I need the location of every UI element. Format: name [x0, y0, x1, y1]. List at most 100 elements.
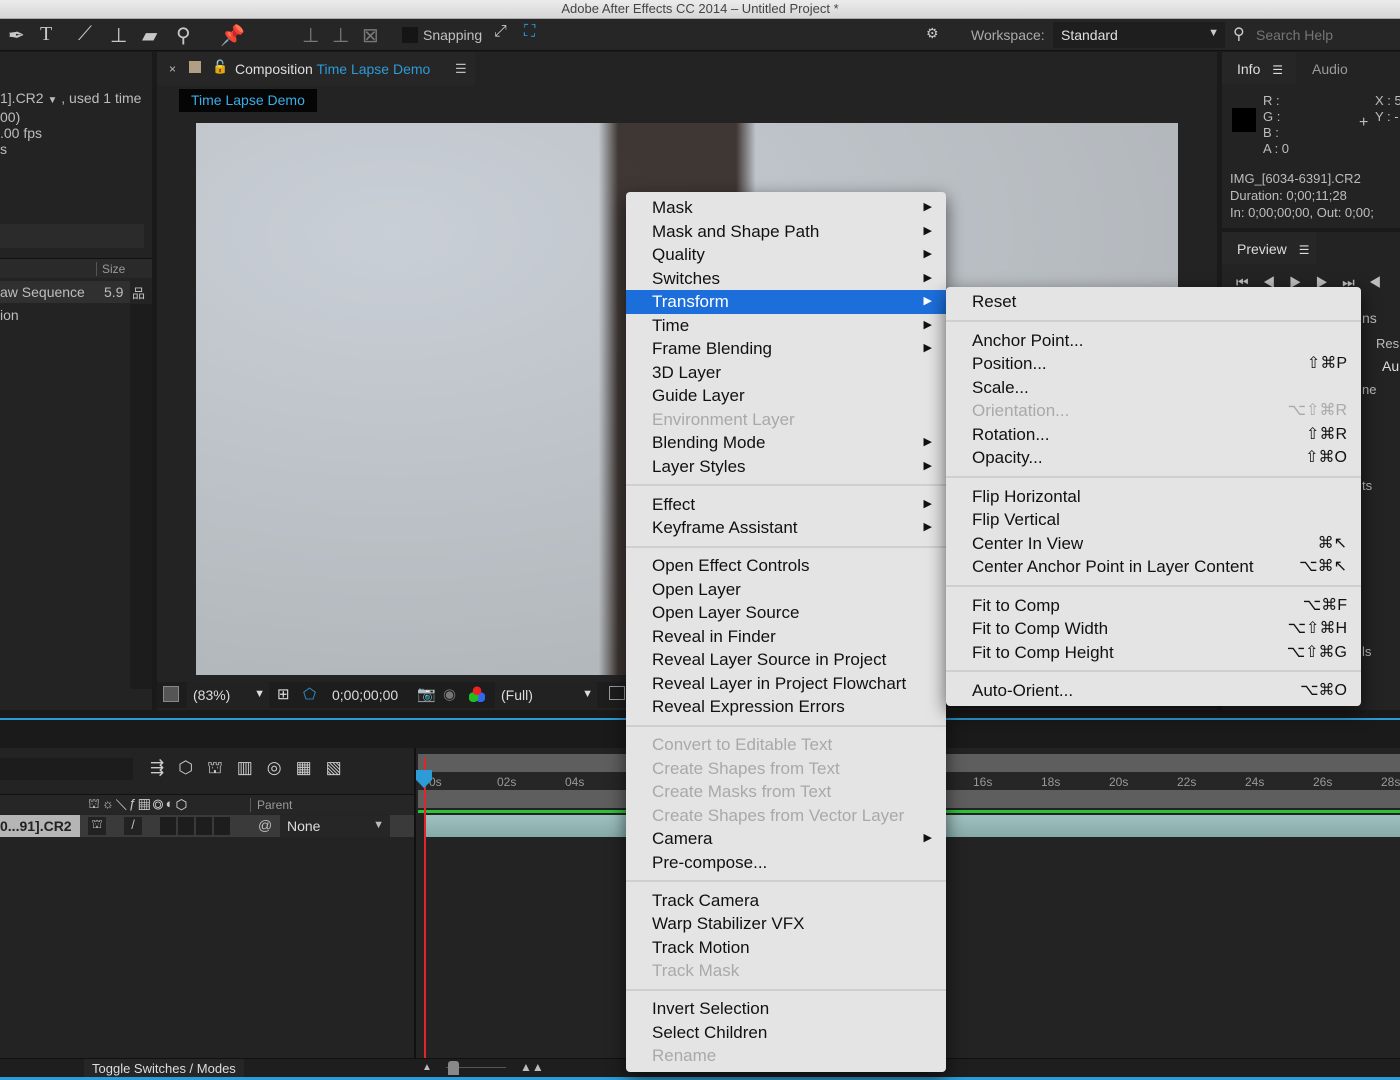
menu-item-auto-orient[interactable]: Auto-Orient... ⌥⌘O — [946, 679, 1361, 703]
menu-item-position[interactable]: Position... ⇧⌘P — [946, 352, 1361, 376]
menu-item-opacity[interactable]: Opacity... ⇧⌘O — [946, 446, 1361, 470]
magnification-select[interactable]: (83%) ▼ — [187, 682, 269, 708]
menu-item-mask[interactable]: Mask ▶ — [626, 196, 946, 220]
menu-item-blending-mode[interactable]: Blending Mode ▶ — [626, 431, 946, 455]
menu-item-open-layer[interactable]: Open Layer — [626, 578, 946, 602]
menu-item-rotation[interactable]: Rotation... ⇧⌘R — [946, 423, 1361, 447]
menu-item-reveal-in-finder[interactable]: Reveal in Finder — [626, 625, 946, 649]
lock-icon[interactable]: 🔓 — [212, 59, 228, 75]
menu-item-fit-to-comp-width[interactable]: Fit to Comp Width ⌥⇧⌘H — [946, 617, 1361, 641]
project-scrollbar[interactable] — [130, 304, 152, 689]
menu-item-anchor-point[interactable]: Anchor Point... — [946, 329, 1361, 353]
menu-item-camera[interactable]: Camera ▶ — [626, 827, 946, 851]
menu-item-warp-stabilizer-vfx[interactable]: Warp Stabilizer VFX — [626, 912, 946, 936]
close-tab-icon[interactable]: × — [169, 62, 176, 76]
menu-item-quality[interactable]: Quality ▶ — [626, 243, 946, 267]
show-snapshot-icon[interactable]: ◉ — [443, 685, 456, 703]
menu-item-flip-vertical[interactable]: Flip Vertical — [946, 508, 1361, 532]
menu-item-keyframe-assistant[interactable]: Keyframe Assistant ▶ — [626, 516, 946, 540]
snap-icon[interactable]: ⤢ — [494, 23, 507, 41]
menu-item-reset[interactable]: Reset — [946, 290, 1361, 314]
zoom-out-icon[interactable]: ▲ — [422, 1062, 432, 1073]
transparency-grid-icon[interactable]: ⬠ — [303, 685, 316, 703]
menu-item-effect[interactable]: Effect ▶ — [626, 493, 946, 517]
always-preview-icon[interactable] — [163, 686, 179, 702]
menu-item-reveal-expression-errors[interactable]: Reveal Expression Errors — [626, 695, 946, 719]
menu-item-select-children[interactable]: Select Children — [626, 1021, 946, 1045]
menu-item-reveal-layer-source-in-project[interactable]: Reveal Layer Source in Project — [626, 648, 946, 672]
menu-item-switches[interactable]: Switches ▶ — [626, 267, 946, 291]
timeline-search[interactable] — [0, 758, 133, 780]
layer-switches[interactable] — [160, 817, 232, 835]
project-row[interactable]: ion — [0, 304, 130, 326]
brush-tool-icon[interactable]: ⟋ — [78, 23, 92, 46]
size-column-header[interactable]: Size — [96, 262, 125, 276]
roto-brush-tool-icon[interactable]: ⚲ — [176, 23, 191, 48]
menu-item-track-motion[interactable]: Track Motion — [626, 936, 946, 960]
zoom-in-icon[interactable]: ▲▲ — [520, 1060, 544, 1074]
menu-item-track-camera[interactable]: Track Camera — [626, 889, 946, 913]
search-help-input[interactable] — [1256, 23, 1396, 47]
menu-item-mask-and-shape-path[interactable]: Mask and Shape Path ▶ — [626, 220, 946, 244]
shy-icon[interactable]: ⛫ — [88, 817, 106, 835]
project-search[interactable] — [0, 224, 144, 248]
clone-stamp-tool-icon[interactable]: ⊥ — [110, 23, 127, 48]
menu-item-layer-styles[interactable]: Layer Styles ▶ — [626, 455, 946, 479]
timeline-switch-icons[interactable]: ⇶⬡⛫▥◎▦▧ — [150, 758, 356, 780]
playhead-line[interactable] — [424, 758, 426, 1058]
world-axis-icon[interactable]: ⊥ — [332, 23, 349, 48]
parent-header[interactable]: Parent — [250, 798, 292, 812]
tab-info[interactable]: Info ☰ — [1237, 61, 1283, 77]
menu-item-invert-selection[interactable]: Invert Selection — [626, 997, 946, 1021]
project-row[interactable]: aw Sequence 5.9 — [0, 281, 130, 303]
menu-item-frame-blending[interactable]: Frame Blending ▶ — [626, 337, 946, 361]
workspace-gear-icon[interactable]: ⚙ — [926, 25, 939, 42]
parent-select[interactable]: None ▼ — [280, 815, 390, 837]
resolution-select[interactable]: (Full) ▼ — [495, 682, 597, 708]
snapping-checkbox[interactable] — [402, 27, 418, 43]
menu-item-time[interactable]: Time ▶ — [626, 314, 946, 338]
layer-row[interactable]: 0...91].CR2 ⛫ / @ None ▼ — [0, 815, 414, 837]
layer-name[interactable]: 0...91].CR2 — [0, 815, 80, 837]
menu-item-guide-layer[interactable]: Guide Layer — [626, 384, 946, 408]
region-of-interest-icon[interactable]: ⊞ — [277, 685, 290, 703]
toggle-switches-modes-button[interactable]: Toggle Switches / Modes — [84, 1059, 244, 1079]
type-tool-icon[interactable]: T — [40, 23, 52, 46]
panel-menu-icon[interactable]: ☰ — [455, 61, 467, 77]
submenu-arrow-icon: ▶ — [923, 224, 932, 237]
menu-item-transform[interactable]: Transform ▶ — [626, 290, 946, 314]
eraser-tool-icon[interactable]: ▰ — [142, 23, 157, 48]
menu-item-open-effect-controls[interactable]: Open Effect Controls — [626, 554, 946, 578]
tab-composition[interactable]: Composition Time Lapse Demo — [235, 61, 430, 77]
quality-switch[interactable]: / — [124, 817, 142, 835]
snapshot-icon[interactable]: 📷 — [417, 685, 436, 703]
menu-item-fit-to-comp-height[interactable]: Fit to Comp Height ⌥⇧⌘G — [946, 641, 1361, 665]
pickwhip-icon[interactable]: @ — [258, 817, 272, 833]
snap-feather-icon[interactable]: ⛶ — [524, 23, 535, 41]
menu-item-3d-layer[interactable]: 3D Layer — [626, 361, 946, 385]
project-item-name: 1].CR2 — [0, 90, 44, 106]
ruler-tick-label: 16s — [973, 775, 993, 789]
channel-icon[interactable] — [469, 686, 485, 702]
workspace-select[interactable]: Standard ▼ — [1053, 22, 1225, 48]
fast-previews-icon[interactable] — [609, 686, 625, 700]
view-axis-icon[interactable]: ⊠ — [362, 23, 379, 48]
flowchart-icon[interactable]: 品 — [132, 283, 145, 302]
chevron-down-icon: ▼ — [1208, 27, 1219, 39]
tab-audio[interactable]: Audio — [1312, 61, 1348, 77]
menu-item-center-anchor-point-in-layer-content[interactable]: Center Anchor Point in Layer Content ⌥⌘↖ — [946, 555, 1361, 579]
menu-item-fit-to-comp[interactable]: Fit to Comp ⌥⌘F — [946, 594, 1361, 618]
menu-item-open-layer-source[interactable]: Open Layer Source — [626, 601, 946, 625]
zoom-slider-thumb[interactable] — [448, 1061, 459, 1075]
menu-item-center-in-view[interactable]: Center In View ⌘↖ — [946, 532, 1361, 556]
menu-item-pre-compose[interactable]: Pre-compose... — [626, 851, 946, 875]
puppet-pin-tool-icon[interactable]: 📌 — [220, 23, 245, 48]
menu-item-scale[interactable]: Scale... — [946, 376, 1361, 400]
tab-preview[interactable]: Preview ☰ — [1237, 241, 1309, 257]
menu-item-flip-horizontal[interactable]: Flip Horizontal — [946, 485, 1361, 509]
current-time[interactable]: 0;00;00;00 — [332, 687, 398, 703]
local-axis-icon[interactable]: ⊥ — [302, 23, 319, 48]
pen-tool-icon[interactable]: ✒ — [8, 23, 25, 48]
breadcrumb[interactable]: Time Lapse Demo — [179, 89, 317, 112]
menu-item-reveal-layer-in-project-flowchart[interactable]: Reveal Layer in Project Flowchart — [626, 672, 946, 696]
